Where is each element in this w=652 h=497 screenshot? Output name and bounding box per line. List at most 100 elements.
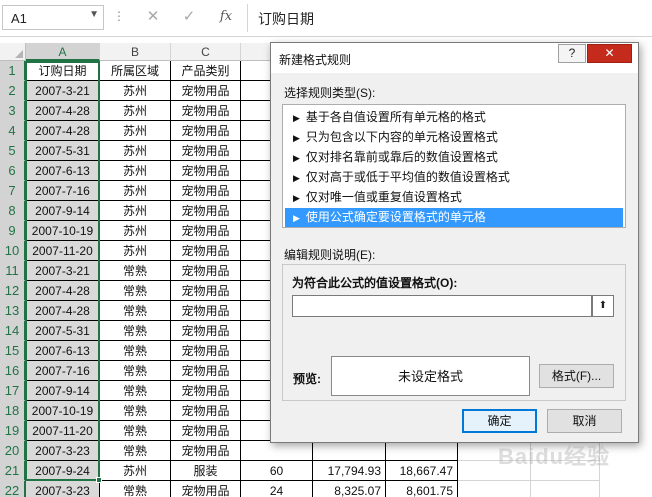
cell-C9[interactable]: 宠物用品: [171, 221, 241, 241]
cell-C15[interactable]: 宠物用品: [171, 341, 241, 361]
row-header-3[interactable]: 3: [0, 101, 26, 121]
cell-C18[interactable]: 宠物用品: [171, 401, 241, 421]
cell-G22[interactable]: [458, 481, 531, 497]
row-header-15[interactable]: 15: [0, 341, 26, 361]
cell-B7[interactable]: 苏州: [100, 181, 171, 201]
help-button[interactable]: ?: [558, 44, 586, 63]
cell-B8[interactable]: 苏州: [100, 201, 171, 221]
cell-D21[interactable]: 60: [241, 461, 313, 481]
cell-B9[interactable]: 苏州: [100, 221, 171, 241]
cell-F20[interactable]: [386, 441, 458, 461]
cancel-entry-icon[interactable]: ✕: [142, 7, 164, 27]
row-header-1[interactable]: 1: [0, 61, 26, 81]
cell-C12[interactable]: 宠物用品: [171, 281, 241, 301]
cell-A22[interactable]: 2007-3-23: [26, 481, 100, 497]
cell-E22[interactable]: 8,325.07: [313, 481, 386, 497]
cell-F21[interactable]: 18,667.47: [386, 461, 458, 481]
cell-C11[interactable]: 宠物用品: [171, 261, 241, 281]
cancel-button[interactable]: 取消: [547, 409, 622, 433]
cell-A13[interactable]: 2007-4-28: [26, 301, 100, 321]
chevron-down-icon[interactable]: ▼: [89, 9, 99, 20]
row-header-17[interactable]: 17: [0, 381, 26, 401]
cell-B17[interactable]: 常熟: [100, 381, 171, 401]
cell-B13[interactable]: 常熟: [100, 301, 171, 321]
cell-F22[interactable]: 8,601.75: [386, 481, 458, 497]
row-header-19[interactable]: 19: [0, 421, 26, 441]
cell-C4[interactable]: 宠物用品: [171, 121, 241, 141]
cell-C21[interactable]: 服装: [171, 461, 241, 481]
row-header-11[interactable]: 11: [0, 261, 26, 281]
column-header-A[interactable]: A: [26, 43, 100, 61]
column-header-B[interactable]: B: [100, 43, 171, 61]
cell-A16[interactable]: 2007-7-16: [26, 361, 100, 381]
row-header-18[interactable]: 18: [0, 401, 26, 421]
fill-handle[interactable]: [96, 477, 102, 483]
cell-B15[interactable]: 常熟: [100, 341, 171, 361]
cell-B5[interactable]: 苏州: [100, 141, 171, 161]
cell-B22[interactable]: 常熟: [100, 481, 171, 497]
formula-input[interactable]: [292, 295, 592, 317]
cell-C16[interactable]: 宠物用品: [171, 361, 241, 381]
row-header-8[interactable]: 8: [0, 201, 26, 221]
cell-A17[interactable]: 2007-9-14: [26, 381, 100, 401]
cell-A21[interactable]: 2007-9-24: [26, 461, 100, 481]
row-header-21[interactable]: 21: [0, 461, 26, 481]
row-header-20[interactable]: 20: [0, 441, 26, 461]
row-header-4[interactable]: 4: [0, 121, 26, 141]
cell-A9[interactable]: 2007-10-19: [26, 221, 100, 241]
cell-A12[interactable]: 2007-4-28: [26, 281, 100, 301]
cell-E21[interactable]: 17,794.93: [313, 461, 386, 481]
rule-type-item[interactable]: ▶ 使用公式确定要设置格式的单元格: [285, 208, 623, 227]
cell-A5[interactable]: 2007-5-31: [26, 141, 100, 161]
cell-A8[interactable]: 2007-9-14: [26, 201, 100, 221]
row-header-22[interactable]: 22: [0, 481, 26, 497]
cell-C19[interactable]: 宠物用品: [171, 421, 241, 441]
cell-A2[interactable]: 2007-3-21: [26, 81, 100, 101]
rule-type-item[interactable]: ▶ 仅对排名靠前或靠后的数值设置格式: [285, 148, 623, 167]
cell-C5[interactable]: 宠物用品: [171, 141, 241, 161]
cell-E20[interactable]: [313, 441, 386, 461]
cell-A11[interactable]: 2007-3-21: [26, 261, 100, 281]
close-button[interactable]: ✕: [587, 44, 632, 63]
row-header-6[interactable]: 6: [0, 161, 26, 181]
cell-A10[interactable]: 2007-11-20: [26, 241, 100, 261]
select-all-corner[interactable]: [0, 43, 26, 61]
row-header-12[interactable]: 12: [0, 281, 26, 301]
row-header-13[interactable]: 13: [0, 301, 26, 321]
cell-B19[interactable]: 常熟: [100, 421, 171, 441]
formula-content[interactable]: 订购日期: [258, 9, 314, 29]
cell-C14[interactable]: 宠物用品: [171, 321, 241, 341]
cell-C3[interactable]: 宠物用品: [171, 101, 241, 121]
rule-type-item[interactable]: ▶ 仅对高于或低于平均值的数值设置格式: [285, 168, 623, 187]
cell-B3[interactable]: 苏州: [100, 101, 171, 121]
name-box[interactable]: A1 ▼: [2, 5, 104, 30]
insert-function-icon[interactable]: fx: [215, 7, 237, 27]
cell-C22[interactable]: 宠物用品: [171, 481, 241, 497]
collapse-dialog-icon[interactable]: ⬆: [592, 295, 614, 317]
cell-C7[interactable]: 宠物用品: [171, 181, 241, 201]
row-header-9[interactable]: 9: [0, 221, 26, 241]
column-header-C[interactable]: C: [171, 43, 241, 61]
row-header-7[interactable]: 7: [0, 181, 26, 201]
cell-C8[interactable]: 宠物用品: [171, 201, 241, 221]
cell-A4[interactable]: 2007-4-28: [26, 121, 100, 141]
cell-B20[interactable]: 常熟: [100, 441, 171, 461]
cell-A19[interactable]: 2007-11-20: [26, 421, 100, 441]
cell-C13[interactable]: 宠物用品: [171, 301, 241, 321]
cell-C6[interactable]: 宠物用品: [171, 161, 241, 181]
cell-D20[interactable]: [241, 441, 313, 461]
cell-A7[interactable]: 2007-7-16: [26, 181, 100, 201]
cell-C17[interactable]: 宠物用品: [171, 381, 241, 401]
enter-entry-icon[interactable]: ✓: [178, 7, 200, 27]
rule-type-item[interactable]: ▶ 仅对唯一值或重复值设置格式: [285, 188, 623, 207]
cell-B10[interactable]: 苏州: [100, 241, 171, 261]
cell-A18[interactable]: 2007-10-19: [26, 401, 100, 421]
cell-B18[interactable]: 常熟: [100, 401, 171, 421]
cell-A6[interactable]: 2007-6-13: [26, 161, 100, 181]
cell-B14[interactable]: 常熟: [100, 321, 171, 341]
row-header-2[interactable]: 2: [0, 81, 26, 101]
cell-B4[interactable]: 苏州: [100, 121, 171, 141]
row-header-5[interactable]: 5: [0, 141, 26, 161]
rule-type-item[interactable]: ▶ 只为包含以下内容的单元格设置格式: [285, 128, 623, 147]
cell-C2[interactable]: 宠物用品: [171, 81, 241, 101]
